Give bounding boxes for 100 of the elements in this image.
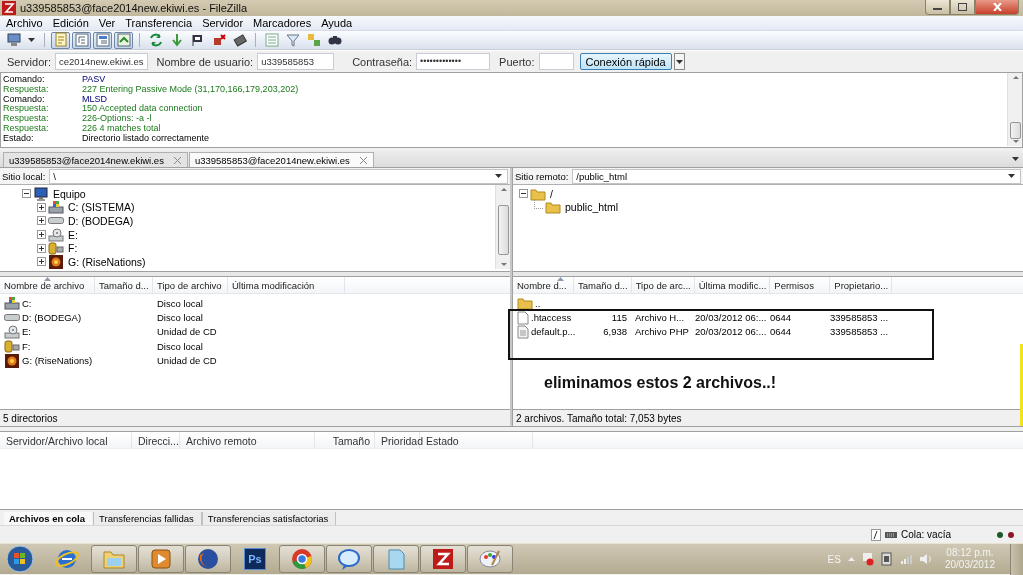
collapse-icon[interactable] (22, 189, 31, 199)
tree-item[interactable]: E: (68, 228, 78, 241)
column-header[interactable]: Nombre de archivo (0, 277, 95, 293)
tree-item[interactable]: / (550, 187, 553, 200)
file-name[interactable]: D: (BODEGA) (22, 312, 82, 324)
menu-item[interactable]: Ver (93, 17, 121, 29)
expand-icon[interactable] (37, 257, 46, 267)
column-header[interactable]: Direcci... (132, 432, 180, 448)
column-header[interactable]: Archivo remoto (180, 432, 315, 448)
close-icon[interactable] (359, 156, 367, 164)
file-name[interactable]: .htaccess (531, 312, 572, 324)
column-header[interactable]: Última modificación (228, 277, 345, 293)
column-header[interactable]: Tipo de archivo (153, 277, 228, 293)
username-field[interactable]: u339585853 (257, 53, 335, 70)
minimize-button[interactable] (925, 0, 950, 15)
table-cell: 339585853 ... (830, 312, 889, 324)
tab-label: u339585853@face2014new.ekiwi.es (194, 154, 350, 166)
tree-item[interactable]: public_html (565, 201, 619, 214)
folder-icon (545, 200, 561, 215)
column-header[interactable]: Propietario... (830, 277, 893, 293)
expand-icon[interactable] (37, 243, 46, 253)
column-header[interactable]: Nombre d... (513, 277, 574, 293)
close-icon (992, 3, 1002, 11)
expand-icon[interactable] (37, 230, 46, 240)
column-header[interactable]: Permisos (770, 277, 831, 293)
maximize-button[interactable] (950, 0, 975, 15)
scrollbar[interactable] (495, 185, 510, 269)
tree-item[interactable]: D: (BODEGA) (68, 215, 134, 227)
power-icon[interactable] (880, 552, 893, 566)
connection-tab[interactable]: u339585853@face2014new.ekiwi.es (3, 152, 188, 167)
taskbar-button[interactable] (420, 545, 466, 573)
globe-icon (196, 547, 220, 571)
status-text: 2 archivos. Tamaño total: 7,053 bytes (513, 409, 1023, 426)
log-label: Respuesta: (3, 114, 50, 124)
file-name[interactable]: G: (RiseNations) (22, 355, 93, 367)
column-header[interactable]: Tamaño d... (95, 277, 153, 293)
queue-tab[interactable]: Transferencias fallidas (93, 512, 202, 526)
file-name[interactable]: .. (535, 297, 541, 309)
file-name[interactable]: C: (22, 297, 32, 309)
menu-item[interactable]: Transferencia (120, 17, 198, 29)
connection-tab[interactable]: u339585853@face2014new.ekiwi.es (188, 152, 374, 167)
taskbar-button[interactable] (373, 545, 419, 573)
file-name[interactable]: default.p... (531, 326, 576, 338)
column-header[interactable]: Última modific... (694, 277, 771, 293)
file-name[interactable]: F: (22, 340, 31, 352)
annotation-text: eliminamos estos 2 archivos..! (544, 374, 777, 392)
refresh-icon (147, 32, 164, 48)
toolbar-button[interactable] (4, 31, 23, 49)
caret-icon[interactable] (1008, 174, 1015, 178)
log-label: Estado: (3, 133, 34, 144)
taskbar-button[interactable]: Ps (232, 545, 278, 573)
tree-item[interactable]: G: (RiseNations) (68, 255, 146, 268)
log-label: Respuesta: (3, 124, 50, 134)
table-cell: Archivo H... (635, 312, 685, 324)
close-icon[interactable] (173, 156, 181, 164)
server-field[interactable]: ce2014new.ekiwi.es (55, 53, 148, 70)
caret-icon[interactable] (28, 38, 35, 42)
drive-icon (48, 241, 64, 256)
taskbar-button[interactable] (279, 545, 325, 573)
taskbar-button[interactable] (467, 545, 513, 573)
password-field[interactable]: ••••••••••••• (416, 53, 491, 70)
port-field[interactable] (538, 53, 574, 70)
expand-icon[interactable] (37, 216, 46, 226)
file-name[interactable]: E: (22, 326, 31, 338)
column-header[interactable]: Tamaño d... (574, 277, 632, 293)
queue-tab[interactable]: Archivos en cola (3, 512, 94, 526)
tab-label: u339585853@face2014new.ekiwi.es (9, 154, 164, 166)
queue-tab[interactable]: Transferencias satisfactorias (201, 512, 337, 526)
caret-icon[interactable] (495, 174, 502, 178)
column-header[interactable]: Tipo de arc... (631, 277, 695, 293)
close-button[interactable] (975, 0, 1019, 15)
column-header[interactable]: Tamaño (315, 432, 375, 448)
queue-status: Cola: vacía (900, 529, 951, 540)
drive-icon (48, 217, 64, 225)
dropdown-button[interactable] (673, 53, 685, 70)
tree-item[interactable]: F: (68, 242, 78, 255)
column-header[interactable]: Servidor/Archivo local (0, 432, 132, 448)
log-message: 227 Entering Passive Mode (31,170,166,179,203,202) (82, 84, 299, 95)
palette-icon (478, 547, 502, 571)
collapse-icon[interactable] (519, 189, 528, 199)
menu-item[interactable]: Ayuda (316, 17, 358, 29)
show-desktop-button[interactable] (1010, 543, 1023, 575)
menu-item[interactable]: Archivo (1, 17, 48, 29)
caret-icon[interactable] (1012, 157, 1019, 161)
path-field[interactable]: \ (49, 168, 508, 184)
path-field[interactable]: /public_html (572, 168, 1021, 184)
scrollbar[interactable] (1007, 73, 1022, 146)
tree-item[interactable]: Equipo (53, 187, 86, 200)
expand-icon[interactable] (37, 202, 46, 212)
menu-item[interactable]: Servidor (197, 17, 249, 29)
tree-item[interactable]: C: (SISTEMA) (68, 201, 135, 214)
taskbar-button[interactable] (326, 545, 372, 573)
taskbar-button[interactable] (185, 545, 231, 573)
menu-item[interactable]: Marcadores (248, 17, 317, 29)
field-label: Puerto: (499, 55, 535, 68)
taskbar-button[interactable] (138, 545, 184, 573)
quickconnect-button[interactable]: Conexión rápida (579, 53, 672, 70)
taskbar-button[interactable] (91, 545, 137, 573)
flag-icon[interactable] (861, 552, 874, 566)
menu-item[interactable]: Edición (47, 17, 94, 29)
